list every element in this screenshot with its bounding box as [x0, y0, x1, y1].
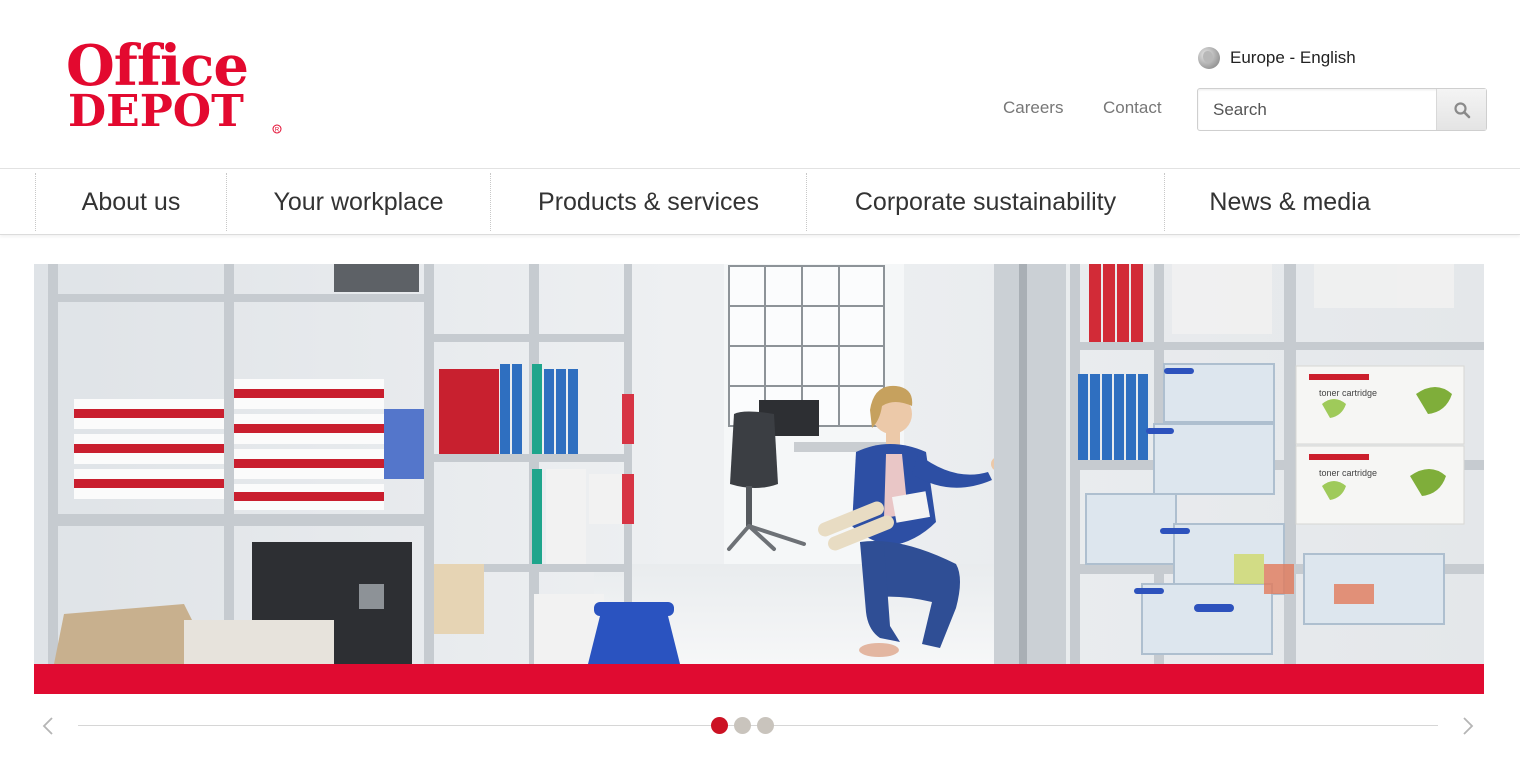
nav-item-label: Corporate sustainability — [854, 187, 1117, 216]
carousel-prev-button[interactable] — [36, 714, 60, 738]
nav-item-products-services[interactable]: Products & services — [491, 169, 806, 235]
box-label: Office DEPOT — [1309, 456, 1347, 462]
nav-item-about-us[interactable]: About us — [36, 169, 226, 235]
search-input[interactable] — [1198, 89, 1436, 130]
nav-item-label: Your workplace — [273, 187, 444, 216]
nav-item-label: News & media — [1209, 187, 1371, 216]
nav-item-label: Products & services — [538, 187, 759, 216]
hero-accent-bar — [34, 664, 1484, 694]
search-box — [1197, 88, 1487, 131]
carousel-next-button[interactable] — [1456, 714, 1480, 738]
logo-word-depot: DEPOT — [68, 86, 244, 137]
nav-item-news-media[interactable]: News & media — [1165, 169, 1415, 235]
svg-text:R: R — [275, 128, 280, 134]
site-header: Office DEPOT R Europe - English Careers … — [0, 0, 1520, 168]
nav-item-your-workplace[interactable]: Your workplace — [227, 169, 490, 235]
region-selector[interactable]: Europe - English — [1198, 46, 1356, 70]
box-label: Office DEPOT — [1309, 376, 1347, 382]
carousel-controls — [0, 706, 1520, 746]
region-label: Europe - English — [1230, 48, 1356, 67]
chevron-right-icon — [1463, 717, 1474, 735]
nav-item-label: About us — [81, 187, 181, 216]
registered-mark-icon: R — [272, 124, 282, 134]
magnifier-icon — [1453, 101, 1470, 118]
office-depot-logo[interactable]: Office DEPOT — [66, 36, 280, 137]
careers-link[interactable]: Careers — [1003, 98, 1063, 118]
carousel-dot[interactable] — [757, 717, 774, 734]
nav-item-corporate-sustainability[interactable]: Corporate sustainability — [807, 169, 1164, 235]
globe-icon — [1198, 47, 1220, 69]
box-label: toner cartridge — [1319, 388, 1377, 398]
chevron-left-icon — [42, 717, 53, 735]
box-label: toner cartridge — [1319, 468, 1377, 478]
contact-link[interactable]: Contact — [1103, 98, 1162, 118]
search-button[interactable] — [1436, 89, 1486, 130]
main-navigation: About us Your workplace Products & servi… — [0, 168, 1520, 235]
office-storage-room-illustration: Office DEPOT toner cartridge Office DEPO… — [34, 264, 1484, 664]
hero-banner-image[interactable]: Office DEPOT toner cartridge Office DEPO… — [34, 264, 1484, 664]
carousel-dot-active[interactable] — [711, 717, 728, 734]
carousel-dot[interactable] — [734, 717, 751, 734]
